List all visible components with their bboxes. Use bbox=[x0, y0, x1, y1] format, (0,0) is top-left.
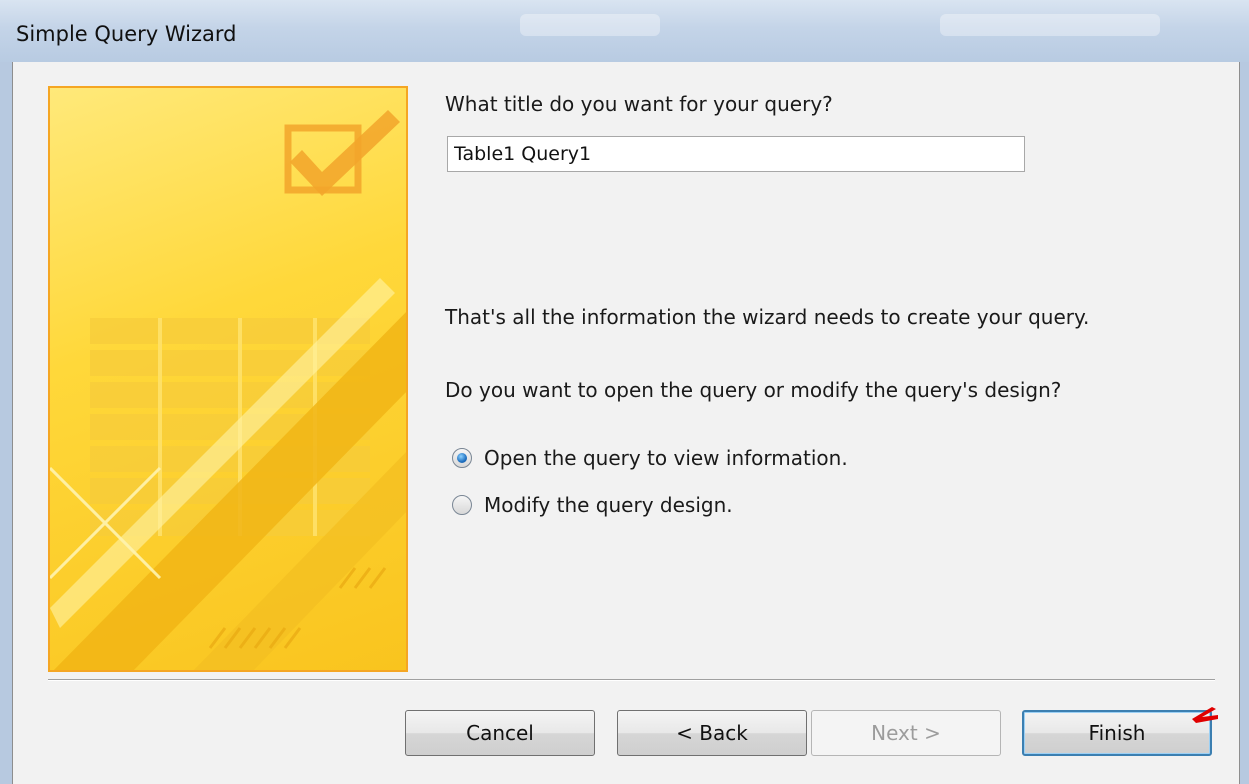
option-open-query-label[interactable]: Open the query to view information. bbox=[484, 446, 848, 470]
back-button[interactable]: < Back bbox=[617, 710, 807, 756]
finish-button[interactable]: Finish bbox=[1022, 710, 1212, 756]
option-modify-design-label[interactable]: Modify the query design. bbox=[484, 493, 733, 517]
red-arrow-cursor-icon bbox=[1192, 707, 1218, 723]
window-title: Simple Query Wizard bbox=[16, 22, 237, 46]
cancel-button[interactable]: Cancel bbox=[405, 710, 595, 756]
option-modify-design[interactable]: Modify the query design. bbox=[452, 493, 733, 517]
wizard-banner-image bbox=[48, 86, 408, 672]
next-button[interactable]: Next > bbox=[811, 710, 1001, 756]
background-tab-blur bbox=[520, 14, 660, 36]
wizard-info-text: That's all the information the wizard ne… bbox=[445, 305, 1090, 329]
option-open-query[interactable]: Open the query to view information. bbox=[452, 446, 848, 470]
radio-checked-icon[interactable] bbox=[452, 448, 472, 468]
banner-artwork bbox=[50, 110, 406, 670]
title-prompt-label: What title do you want for your query? bbox=[445, 92, 833, 116]
window-frame-left bbox=[0, 62, 12, 784]
radio-unchecked-icon[interactable] bbox=[452, 495, 472, 515]
title-bar[interactable]: Simple Query Wizard bbox=[0, 0, 1249, 62]
background-tab-blur bbox=[940, 14, 1160, 36]
footer-separator bbox=[48, 679, 1215, 681]
wizard-question-text: Do you want to open the query or modify … bbox=[445, 378, 1062, 402]
query-title-input[interactable] bbox=[447, 136, 1025, 172]
